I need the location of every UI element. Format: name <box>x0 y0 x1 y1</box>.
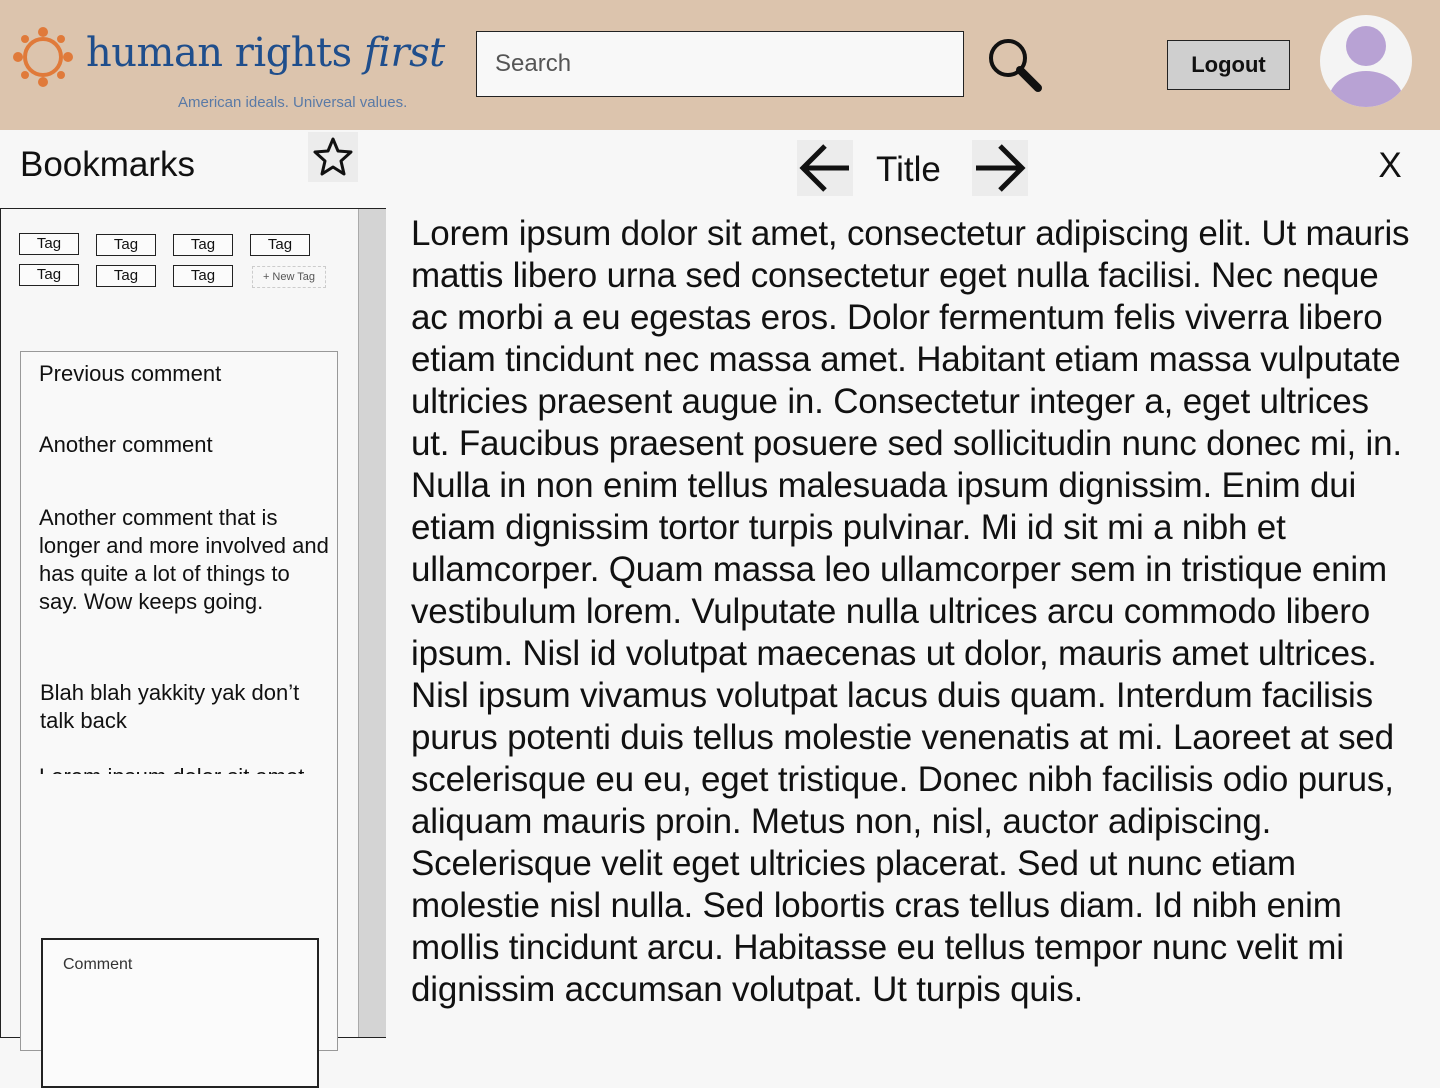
tag-chip[interactable]: Tag <box>250 234 310 256</box>
search-icon <box>989 39 1042 92</box>
comment-item: Another comment <box>39 432 213 457</box>
tag-chip[interactable]: Tag <box>19 233 79 255</box>
header: human rights first American ideals. Univ… <box>0 0 1440 130</box>
comments-list[interactable]: Previous comment Another comment Another… <box>21 352 337 774</box>
avatar-icon <box>1328 26 1404 107</box>
arrow-right-icon <box>976 144 1026 192</box>
logo-mark-icon <box>13 27 73 87</box>
previous-button[interactable] <box>797 140 853 196</box>
document-body: Lorem ipsum dolor sit amet, consectetur … <box>411 214 1410 1009</box>
tag-chip[interactable]: Tag <box>19 264 79 286</box>
document-title: Title <box>876 150 941 189</box>
brand-tagline: American ideals. Universal values. <box>178 94 408 111</box>
next-button[interactable] <box>972 140 1028 196</box>
bookmarks-title: Bookmarks <box>20 145 196 184</box>
comment-input[interactable] <box>41 938 319 1088</box>
brand-name: human rights first <box>86 30 445 76</box>
logout-button[interactable]: Logout <box>1167 40 1290 90</box>
avatar[interactable] <box>1320 15 1412 107</box>
close-button[interactable]: X <box>1370 146 1410 186</box>
comment-item: Blah blah yakkity yak don’t talk back <box>40 680 300 733</box>
sidebar-scrollbar[interactable] <box>358 209 386 1037</box>
tag-chip[interactable]: Tag <box>96 234 156 256</box>
new-tag-button[interactable]: + New Tag <box>252 266 326 288</box>
comment-item: Another comment that is longer and more … <box>39 505 329 614</box>
search-input[interactable] <box>476 31 964 97</box>
logo[interactable]: human rights first American ideals. Univ… <box>10 22 445 117</box>
arrow-left-icon <box>799 144 849 192</box>
comment-item: Previous comment <box>39 361 222 386</box>
star-icon <box>313 137 353 176</box>
bookmark-star-button[interactable] <box>308 132 358 182</box>
tag-chip[interactable]: Tag <box>173 234 233 256</box>
tag-chip[interactable]: Tag <box>173 265 233 287</box>
bookmarks-panel: Tag Tag Tag Tag Tag Tag Tag + New Tag Pr… <box>0 208 386 1088</box>
search-button[interactable] <box>986 36 1044 94</box>
comment-item: Lorem ipsum dolor sit amet, consectetur … <box>39 763 329 774</box>
comments-panel: Previous comment Another comment Another… <box>20 351 338 1088</box>
tag-chip[interactable]: Tag <box>96 265 156 287</box>
